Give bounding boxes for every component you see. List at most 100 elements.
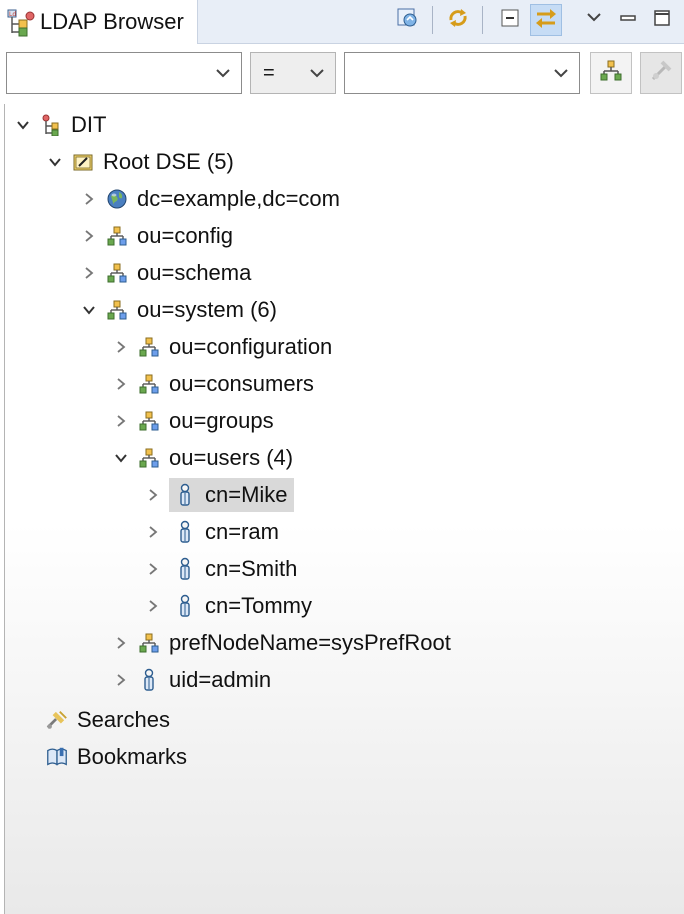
apply-filter-icon xyxy=(598,58,624,89)
tree-node-root-dse[interactable]: Root DSE (5) xyxy=(45,143,234,180)
tree-node-smith[interactable]: cn=Smith xyxy=(143,550,297,587)
tree-node-label: ou=consumers xyxy=(169,370,314,396)
chevron-down-icon[interactable] xyxy=(111,448,131,468)
chevron-right-icon[interactable] xyxy=(111,337,131,357)
chevron-right-icon[interactable] xyxy=(143,596,163,616)
clear-filter-icon xyxy=(648,58,674,89)
tree-node-label: DIT xyxy=(71,111,107,137)
person-icon xyxy=(173,557,197,581)
tree-node-label: ou=system (6) xyxy=(137,296,277,322)
tree-node-configuration[interactable]: ou=configuration xyxy=(111,328,332,365)
link-toggle-button[interactable] xyxy=(530,4,562,36)
chevron-down-icon xyxy=(553,66,569,80)
tab-title: LDAP Browser xyxy=(40,9,184,34)
tree-node-ram[interactable]: cn=ram xyxy=(143,513,279,550)
tree-node-label: cn=Smith xyxy=(205,555,298,581)
maximize-button[interactable] xyxy=(646,4,678,36)
chevron-down-icon[interactable] xyxy=(79,300,99,320)
dit-icon xyxy=(39,113,63,137)
org-unit-icon xyxy=(105,224,129,248)
tree-node-label: cn=ram xyxy=(205,518,279,544)
chevron-right-icon[interactable] xyxy=(111,670,131,690)
tree-node-pref-node[interactable]: prefNodeName=sysPrefRoot xyxy=(111,624,451,661)
org-unit-icon xyxy=(137,631,161,655)
tree-node-label: Searches xyxy=(77,706,170,732)
tree-node-tommy[interactable]: cn=Tommy xyxy=(143,587,312,624)
chevron-right-icon[interactable] xyxy=(143,485,163,505)
attribute-select[interactable] xyxy=(6,52,242,94)
chevron-right-icon[interactable] xyxy=(111,374,131,394)
view-menu-icon xyxy=(584,8,604,33)
toolbar-separator xyxy=(482,6,483,34)
svg-text:Ld: Ld xyxy=(9,11,16,18)
chevron-right-icon[interactable] xyxy=(111,633,131,653)
org-unit-icon xyxy=(137,446,161,470)
tree-node-dit[interactable]: DIT xyxy=(13,106,106,143)
tree-node-label: uid=admin xyxy=(169,666,272,692)
apply-filter-button[interactable] xyxy=(590,52,632,94)
org-unit-icon xyxy=(137,409,161,433)
tree-node-users[interactable]: ou=users (4) xyxy=(111,439,293,476)
searches-icon xyxy=(45,708,69,732)
tree-node-admin[interactable]: uid=admin xyxy=(111,661,271,698)
link-with-editor-button[interactable] xyxy=(392,4,424,36)
tree-node-label: Root DSE (5) xyxy=(103,148,234,174)
chevron-right-icon[interactable] xyxy=(79,189,99,209)
tree-node-groups[interactable]: ou=groups xyxy=(111,402,274,439)
value-select[interactable] xyxy=(344,52,580,94)
chevron-right-icon[interactable] xyxy=(111,411,131,431)
collapse-all-icon xyxy=(498,6,522,35)
root-dse-icon xyxy=(71,150,95,174)
selection-highlight: cn=Mike xyxy=(169,477,294,512)
tree-node-label: ou=groups xyxy=(169,407,274,433)
person-icon xyxy=(173,520,197,544)
ldap-browser-view: Ld LDAP Browser = DIT Root DSE (5) dc=ex… xyxy=(0,0,684,914)
refresh-icon xyxy=(445,5,471,36)
chevron-right-icon[interactable] xyxy=(79,226,99,246)
refresh-button[interactable] xyxy=(442,4,474,36)
tree-node-label: ou=config xyxy=(137,222,234,248)
tree-node-config[interactable]: ou=config xyxy=(79,217,233,254)
chevron-down-icon xyxy=(215,66,231,80)
minimize-button[interactable] xyxy=(612,4,644,36)
tree-node-bookmarks[interactable]: Bookmarks xyxy=(39,738,187,775)
ldap-browser-icon: Ld xyxy=(6,7,36,37)
dit-tree: DIT Root DSE (5) dc=example,dc=com ou=co… xyxy=(4,104,684,914)
view-menu-button[interactable] xyxy=(578,4,610,36)
collapse-all-button[interactable] xyxy=(494,4,526,36)
org-unit-icon xyxy=(137,335,161,359)
person-icon xyxy=(173,483,197,507)
clear-filter-button[interactable] xyxy=(640,52,682,94)
globe-icon xyxy=(105,187,129,211)
chevron-down-icon[interactable] xyxy=(13,115,33,135)
tree-node-label: cn=Tommy xyxy=(205,592,312,618)
tree-node-system[interactable]: ou=system (6) xyxy=(79,291,277,328)
chevron-down-icon[interactable] xyxy=(45,152,65,172)
chevron-right-icon[interactable] xyxy=(79,263,99,283)
toolbar-separator xyxy=(432,6,433,34)
tree-node-consumers[interactable]: ou=consumers xyxy=(111,365,314,402)
operator-select[interactable]: = xyxy=(250,52,336,94)
ldap-browser-tab[interactable]: Ld LDAP Browser xyxy=(0,0,198,44)
tree-node-mike[interactable]: cn=Mike xyxy=(143,476,294,513)
tree-node-label: ou=configuration xyxy=(169,333,333,359)
tree-node-label: ou=schema xyxy=(137,259,252,285)
tree-node-label: Bookmarks xyxy=(77,743,188,769)
chevron-right-icon[interactable] xyxy=(143,522,163,542)
org-unit-icon xyxy=(137,372,161,396)
operator-value: = xyxy=(263,62,275,84)
link-toggle-icon xyxy=(533,5,559,36)
tree-node-label: cn=Mike xyxy=(205,481,288,507)
tree-node-example[interactable]: dc=example,dc=com xyxy=(79,180,340,217)
chevron-right-icon[interactable] xyxy=(143,559,163,579)
tree-node-schema[interactable]: ou=schema xyxy=(79,254,251,291)
org-unit-icon xyxy=(105,298,129,322)
bookmarks-icon xyxy=(45,745,69,769)
person-icon xyxy=(137,668,161,692)
org-unit-icon xyxy=(105,261,129,285)
tree-node-label: prefNodeName=sysPrefRoot xyxy=(169,629,451,655)
link-with-editor-icon xyxy=(395,5,421,36)
tree-node-searches[interactable]: Searches xyxy=(39,701,170,738)
tree-node-label: ou=users (4) xyxy=(169,444,294,470)
minimize-icon xyxy=(618,8,638,33)
